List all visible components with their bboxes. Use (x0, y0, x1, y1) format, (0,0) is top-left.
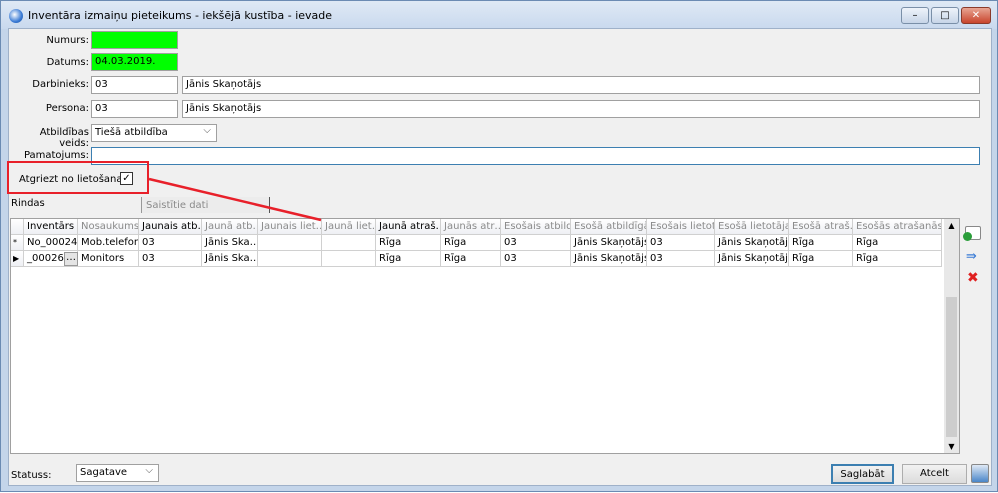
annotation-arrow (148, 177, 322, 222)
window: Inventāra izmaiņu pieteikums - iekšējā k… (0, 0, 998, 492)
